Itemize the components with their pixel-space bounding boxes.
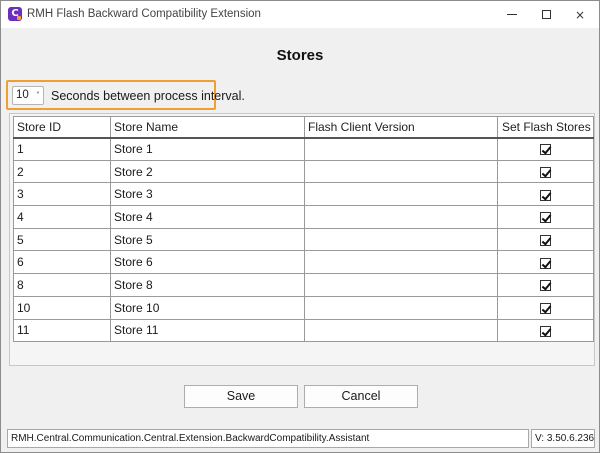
table-row[interactable]: 2 Store 2 — [13, 159, 594, 184]
cell-store-id[interactable]: 3 — [13, 182, 111, 207]
cell-store-name[interactable]: Store 3 — [110, 182, 305, 207]
table-header-row: Store ID Store Name Flash Client Version… — [13, 116, 594, 138]
set-flash-checkbox[interactable] — [540, 144, 551, 156]
cancel-button[interactable]: Cancel — [304, 385, 418, 408]
table-row[interactable]: 10 Store 10 — [13, 295, 594, 320]
cell-store-name[interactable]: Store 5 — [110, 227, 305, 252]
cell-set-flash-stores — [497, 318, 594, 343]
cell-store-name[interactable]: Store 1 — [110, 136, 305, 161]
cell-set-flash-stores — [497, 227, 594, 252]
table-row[interactable]: 1 Store 1 — [13, 136, 594, 161]
table-row[interactable]: 6 Store 6 — [13, 250, 594, 275]
cell-flash-client-version[interactable] — [304, 318, 498, 343]
cell-set-flash-stores — [497, 250, 594, 275]
app-logo-icon: C — [8, 7, 22, 21]
column-header-store-id[interactable]: Store ID — [13, 116, 111, 138]
interval-group: 10 ˅ Seconds between process interval. — [6, 80, 245, 110]
cell-store-id[interactable]: 10 — [13, 295, 111, 320]
page-title: Stores — [276, 47, 324, 64]
cell-store-id[interactable]: 8 — [13, 273, 111, 297]
cell-flash-client-version[interactable] — [304, 159, 498, 184]
minimize-button[interactable] — [495, 1, 529, 28]
set-flash-checkbox[interactable] — [540, 166, 551, 178]
cell-store-id[interactable]: 4 — [13, 205, 111, 229]
cell-set-flash-stores — [497, 205, 594, 229]
stores-grid: Store ID Store Name Flash Client Version… — [9, 113, 595, 366]
set-flash-checkbox[interactable] — [540, 212, 551, 224]
cell-flash-client-version[interactable] — [304, 295, 498, 320]
cell-store-id[interactable]: 6 — [13, 250, 111, 275]
cell-store-name[interactable]: Store 10 — [110, 295, 305, 320]
set-flash-checkbox[interactable] — [540, 302, 551, 314]
cell-store-id[interactable]: 5 — [13, 227, 111, 252]
column-header-set-flash-stores[interactable]: Set Flash Stores — [497, 116, 594, 138]
cell-flash-client-version[interactable] — [304, 136, 498, 161]
cell-set-flash-stores — [497, 295, 594, 320]
status-bar: RMH.Central.Communication.Central.Extens… — [7, 429, 595, 448]
column-header-flash-client-version[interactable]: Flash Client Version — [304, 116, 498, 138]
maximize-button[interactable] — [529, 1, 563, 28]
set-flash-checkbox[interactable] — [540, 280, 551, 292]
cell-set-flash-stores — [497, 136, 594, 161]
close-button[interactable]: × — [563, 1, 597, 28]
cell-flash-client-version[interactable] — [304, 227, 498, 252]
cell-flash-client-version[interactable] — [304, 250, 498, 275]
column-header-store-name[interactable]: Store Name — [110, 116, 305, 138]
cell-store-id[interactable]: 11 — [13, 318, 111, 343]
title-bar[interactable]: C RMH Flash Backward Compatibility Exten… — [1, 1, 599, 28]
chevron-down-icon: ˅ — [36, 91, 40, 100]
table-row[interactable]: 5 Store 5 — [13, 227, 594, 252]
set-flash-checkbox[interactable] — [540, 189, 551, 201]
interval-label: Seconds between process interval. — [51, 89, 245, 103]
set-flash-checkbox[interactable] — [540, 257, 551, 269]
status-version: V: 3.50.6.23622 — [531, 429, 595, 448]
cell-store-name[interactable]: Store 4 — [110, 205, 305, 229]
cell-store-name[interactable]: Store 6 — [110, 250, 305, 275]
cell-flash-client-version[interactable] — [304, 182, 498, 207]
cell-set-flash-stores — [497, 182, 594, 207]
cell-set-flash-stores — [497, 159, 594, 184]
cell-store-name[interactable]: Store 8 — [110, 273, 305, 297]
status-assembly-name: RMH.Central.Communication.Central.Extens… — [7, 429, 529, 448]
table-row[interactable]: 8 Store 8 — [13, 273, 594, 297]
stores-table: Store ID Store Name Flash Client Version… — [13, 116, 594, 343]
cell-flash-client-version[interactable] — [304, 273, 498, 297]
set-flash-checkbox[interactable] — [540, 234, 551, 246]
cell-flash-client-version[interactable] — [304, 205, 498, 229]
cell-store-id[interactable]: 2 — [13, 159, 111, 184]
interval-selected-value: 10 — [16, 89, 29, 101]
window-title: RMH Flash Backward Compatibility Extensi… — [27, 8, 261, 20]
cell-store-id[interactable]: 1 — [13, 136, 111, 161]
app-window: C RMH Flash Backward Compatibility Exten… — [0, 0, 600, 453]
cell-store-name[interactable]: Store 11 — [110, 318, 305, 343]
interval-select[interactable]: 10 ˅ — [12, 86, 44, 105]
close-icon: × — [574, 7, 586, 22]
minimize-icon — [507, 14, 517, 15]
maximize-icon — [541, 10, 551, 19]
table-row[interactable]: 11 Store 11 — [13, 318, 594, 343]
set-flash-checkbox[interactable] — [540, 325, 551, 337]
cell-set-flash-stores — [497, 273, 594, 297]
cell-store-name[interactable]: Store 2 — [110, 159, 305, 184]
save-button[interactable]: Save — [184, 385, 298, 408]
table-row[interactable]: 4 Store 4 — [13, 205, 594, 229]
table-row[interactable]: 3 Store 3 — [13, 182, 594, 207]
